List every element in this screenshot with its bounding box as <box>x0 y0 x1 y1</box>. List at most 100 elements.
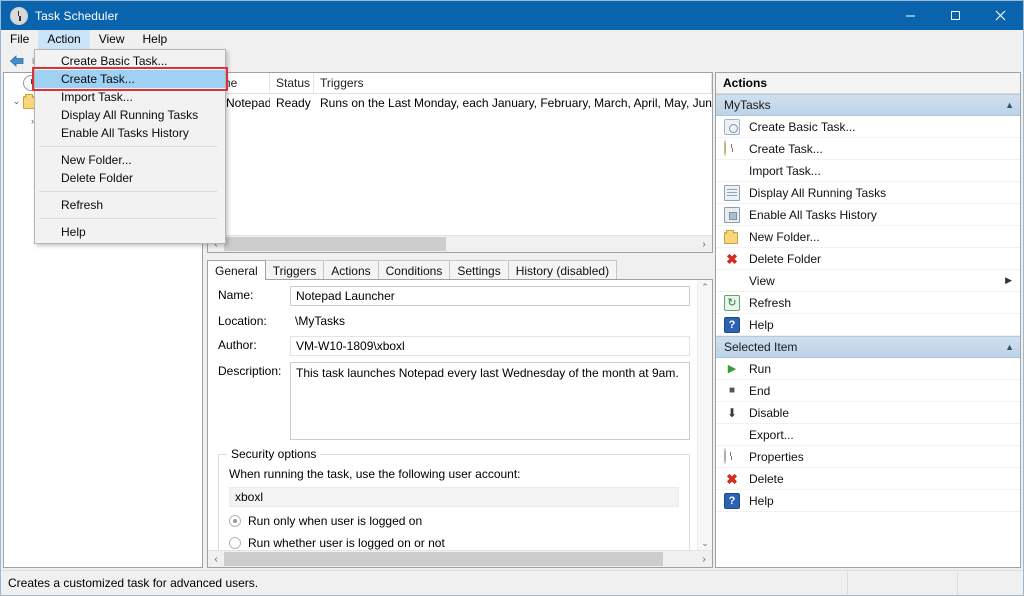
action-new-folder[interactable]: New Folder... <box>716 226 1020 248</box>
actions-group-selected-item-header[interactable]: Selected Item ▲ <box>716 336 1020 358</box>
action-view[interactable]: View ▶ <box>716 270 1020 292</box>
chevron-right-icon[interactable]: ▶ <box>1005 275 1012 286</box>
action-help-selected[interactable]: ? Help <box>716 490 1020 512</box>
task-detail-pane: General Triggers Actions Conditions Sett… <box>207 259 713 568</box>
task-list-header: ame Status Triggers <box>208 73 712 94</box>
menu-item-new-folder[interactable]: New Folder... <box>35 151 225 169</box>
task-list[interactable]: ame Status Triggers Notepad L... Ready R… <box>207 72 713 253</box>
task-status-cell: Ready <box>270 96 314 110</box>
back-arrow-icon[interactable] <box>6 51 28 71</box>
action-create-task[interactable]: Create Task... <box>716 138 1020 160</box>
action-label: Delete Folder <box>749 252 821 266</box>
display-running-tasks-icon <box>724 185 740 201</box>
window-title: Task Scheduler <box>35 9 118 23</box>
app-clock-icon <box>10 7 28 25</box>
scroll-left-icon[interactable]: ‹ <box>208 554 224 565</box>
tab-triggers[interactable]: Triggers <box>265 260 325 280</box>
general-tab-panel: Name: Notepad Launcher Location: \MyTask… <box>207 279 713 568</box>
hscroll-track[interactable] <box>224 237 696 251</box>
action-dropdown-menu[interactable]: Create Basic Task... Create Task... Impo… <box>34 49 226 244</box>
detail-vscrollbar[interactable]: ⌃ ⌄ <box>697 280 712 551</box>
action-export[interactable]: Export... <box>716 424 1020 446</box>
chevron-up-icon[interactable]: ▲ <box>1005 342 1014 352</box>
field-description-row: Description: This task launches Notepad … <box>218 362 698 440</box>
actions-pane-title: Actions <box>716 73 1020 94</box>
tab-general[interactable]: General <box>207 260 266 280</box>
action-properties[interactable]: Properties <box>716 446 1020 468</box>
create-basic-task-icon <box>724 119 740 135</box>
hscroll-thumb[interactable] <box>224 552 663 566</box>
help-icon: ? <box>724 493 740 509</box>
status-segment-2 <box>848 572 958 594</box>
menu-item-create-basic-task[interactable]: Create Basic Task... <box>35 52 225 70</box>
action-delete-folder[interactable]: ✖ Delete Folder <box>716 248 1020 270</box>
action-disable[interactable]: ⬇ Disable <box>716 402 1020 424</box>
detail-hscrollbar[interactable]: ‹ › <box>208 550 712 567</box>
actions-group-mytasks-header[interactable]: MyTasks ▲ <box>716 94 1020 116</box>
action-label: Refresh <box>749 296 791 310</box>
menu-item-delete-folder[interactable]: Delete Folder <box>35 169 225 187</box>
status-segment-3 <box>958 572 1023 594</box>
menu-separator <box>39 191 217 192</box>
menu-file[interactable]: File <box>1 30 38 50</box>
scroll-right-icon[interactable]: › <box>696 554 712 565</box>
action-label: Help <box>749 318 774 332</box>
menu-item-import-task[interactable]: Import Task... <box>35 88 225 106</box>
action-create-basic-task[interactable]: Create Basic Task... <box>716 116 1020 138</box>
action-enable-all-tasks-history[interactable]: Enable All Tasks History <box>716 204 1020 226</box>
radio-run-only-logged-on[interactable]: Run only when user is logged on <box>229 514 679 528</box>
chevron-down-icon[interactable]: ⌄ <box>10 96 23 107</box>
task-list-hscrollbar[interactable]: ‹ › <box>208 235 712 252</box>
blank-icon <box>724 427 740 443</box>
chevron-up-icon[interactable]: ▲ <box>1005 100 1014 110</box>
scroll-right-icon[interactable]: › <box>696 239 712 250</box>
field-author-row: Author: VM-W10-1809\xboxl <box>218 336 698 356</box>
column-header-triggers[interactable]: Triggers <box>314 73 712 93</box>
menu-action[interactable]: Action <box>38 30 89 50</box>
hscroll-track[interactable] <box>224 552 696 566</box>
menu-item-display-all-running-tasks[interactable]: Display All Running Tasks <box>35 106 225 124</box>
action-label: Create Task... <box>749 142 823 156</box>
menu-view[interactable]: View <box>90 30 134 50</box>
disable-icon: ⬇ <box>724 405 740 421</box>
action-end[interactable]: ■ End <box>716 380 1020 402</box>
tab-actions[interactable]: Actions <box>323 260 378 280</box>
menu-item-enable-all-tasks-history[interactable]: Enable All Tasks History <box>35 124 225 142</box>
menu-item-refresh[interactable]: Refresh <box>35 196 225 214</box>
user-account-field[interactable]: xboxl <box>229 487 679 507</box>
maximize-button[interactable] <box>933 1 978 30</box>
action-label: Help <box>749 494 774 508</box>
name-label: Name: <box>218 286 290 302</box>
radio-icon[interactable] <box>229 537 241 549</box>
task-name-text: Notepad L... <box>226 96 270 110</box>
close-button[interactable] <box>978 1 1023 30</box>
scroll-up-icon[interactable]: ⌃ <box>701 280 709 295</box>
name-field[interactable]: Notepad Launcher <box>290 286 690 306</box>
refresh-icon: ↻ <box>724 295 740 311</box>
menu-item-create-task[interactable]: Create Task... <box>35 70 225 88</box>
hscroll-thumb[interactable] <box>224 237 446 251</box>
action-label: Run <box>749 362 771 376</box>
general-form: Name: Notepad Launcher Location: \MyTask… <box>208 280 698 551</box>
table-row[interactable]: Notepad L... Ready Runs on the Last Mond… <box>208 94 712 112</box>
tab-history[interactable]: History (disabled) <box>508 260 617 280</box>
action-import-task[interactable]: Import Task... <box>716 160 1020 182</box>
action-help[interactable]: ? Help <box>716 314 1020 336</box>
menu-help[interactable]: Help <box>134 30 177 50</box>
radio-icon-selected[interactable] <box>229 515 241 527</box>
status-message: Creates a customized task for advanced u… <box>1 572 848 594</box>
column-header-status[interactable]: Status <box>270 73 314 93</box>
tab-settings[interactable]: Settings <box>449 260 508 280</box>
action-delete[interactable]: ✖ Delete <box>716 468 1020 490</box>
menu-item-help[interactable]: Help <box>35 223 225 241</box>
action-refresh[interactable]: ↻ Refresh <box>716 292 1020 314</box>
scroll-down-icon[interactable]: ⌄ <box>701 536 709 551</box>
menu-separator <box>39 146 217 147</box>
action-run[interactable]: ▶ Run <box>716 358 1020 380</box>
description-field[interactable]: This task launches Notepad every last We… <box>290 362 690 440</box>
tab-conditions[interactable]: Conditions <box>378 260 451 280</box>
minimize-button[interactable] <box>888 1 933 30</box>
action-display-all-running-tasks[interactable]: Display All Running Tasks <box>716 182 1020 204</box>
end-icon: ■ <box>724 383 740 399</box>
radio-run-whether-logged-on[interactable]: Run whether user is logged on or not <box>229 536 679 550</box>
